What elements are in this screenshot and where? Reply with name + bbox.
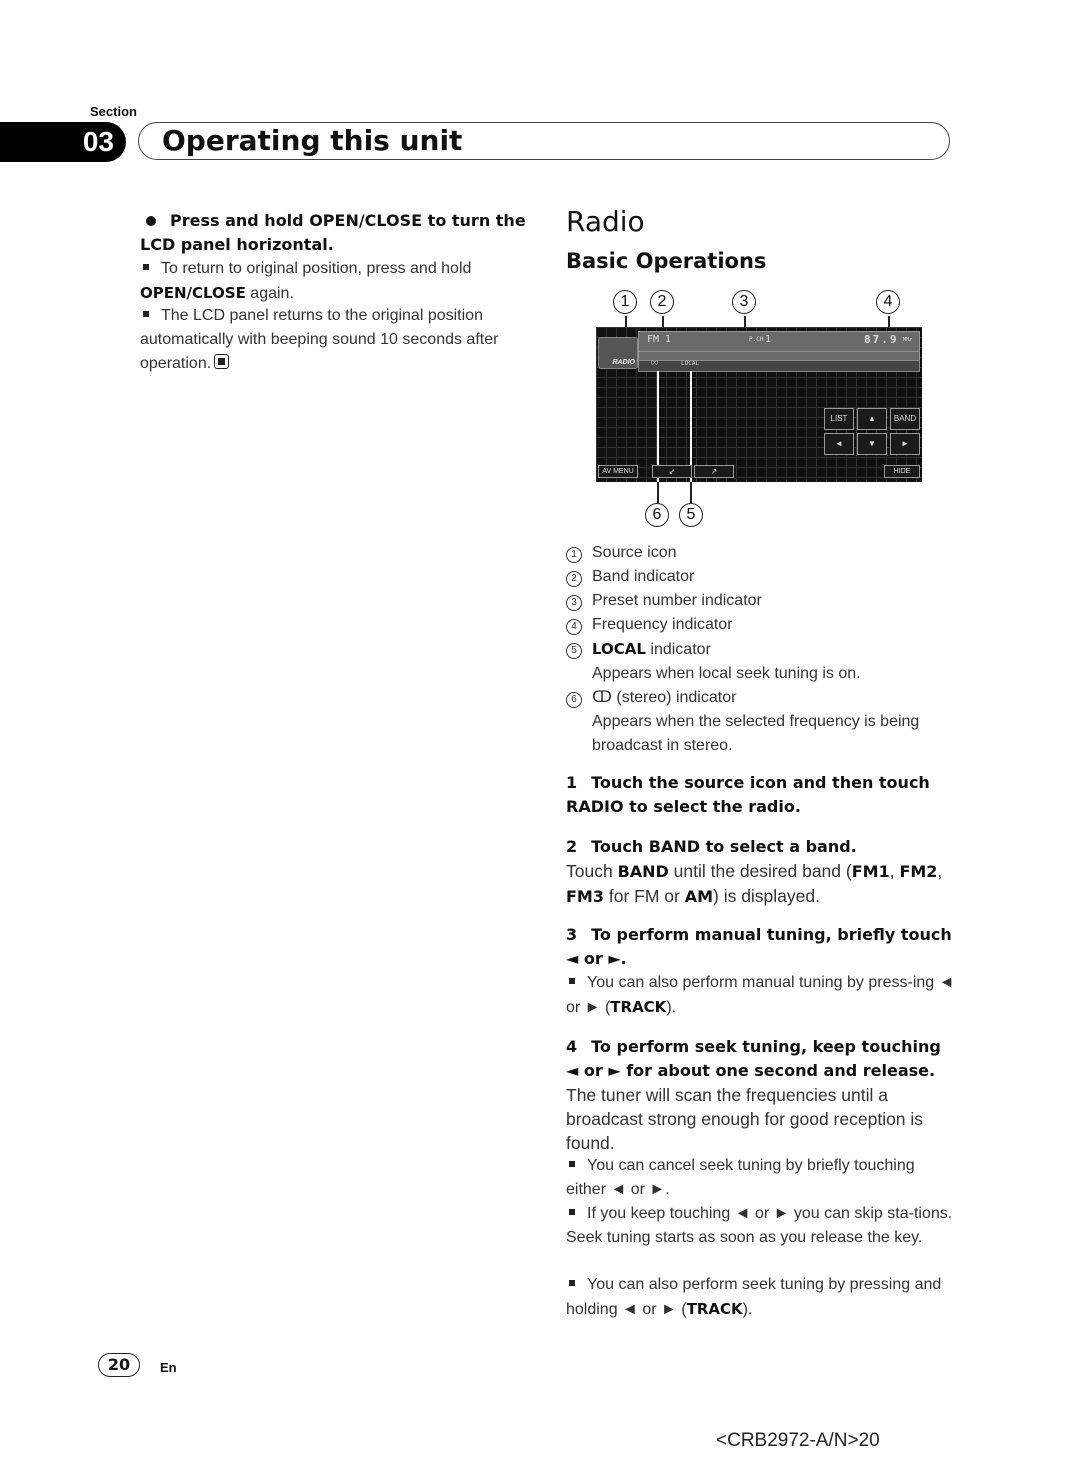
step-3-heading: 3 To perform manual tuning, briefly touch… (566, 925, 952, 968)
leader-line-5-lower (690, 482, 692, 503)
square-bullet-icon (569, 1161, 575, 1168)
seek-button-2[interactable]: ↗ (694, 465, 734, 478)
stereo-indicator: ○○ (651, 359, 659, 366)
band-button[interactable]: BAND (890, 408, 920, 430)
up-button[interactable]: ▲ (857, 408, 887, 430)
right-button[interactable]: ► (890, 433, 920, 455)
step-4-heading: 4 To perform seek tuning, keep touching ◄… (566, 1037, 941, 1080)
square-bullet-icon (569, 1280, 575, 1287)
step-2-heading: 2 Touch BAND to select a band. (566, 837, 857, 856)
legend-item: 1 Source icon (566, 541, 956, 565)
callout-6: 6 (645, 503, 669, 527)
basic-operations-heading: Basic Operations (566, 249, 767, 273)
callout-1: 1 (613, 290, 637, 314)
callout-5: 5 (679, 503, 703, 527)
square-bullet-icon (569, 978, 575, 985)
local-indicator: LOCAL (681, 360, 700, 367)
section-number-badge: 03 (0, 122, 126, 162)
status-bar: ○○ LOCAL (638, 359, 920, 372)
callout-4: 4 (876, 290, 900, 314)
note-return-position: To return to original position, press an… (140, 260, 472, 302)
down-button[interactable]: ▼ (857, 433, 887, 455)
square-bullet-icon (143, 311, 149, 318)
frequency-indicator: 87.9 (864, 333, 899, 346)
square-bullet-icon (569, 1209, 575, 1216)
bullet-icon (146, 215, 156, 226)
legend-item: 2 Band indicator (566, 565, 956, 589)
radio-screen: FM 1 P.CH 1 87.9 MHz ○○ LOCAL RADIO LIST… (596, 327, 922, 482)
lcd-horizontal-heading: Press and hold OPEN/CLOSE to turn the LC… (140, 211, 526, 254)
preset-number-indicator: 1 (765, 334, 772, 345)
leader-line-6-lower (657, 482, 659, 503)
step-3-note: You can also perform manual tuning by pr… (566, 974, 955, 1016)
step-4-note-skip: If you keep touching ◄ or ► you can skip… (566, 1205, 953, 1246)
page-title: Operating this unit (162, 124, 463, 157)
page-number: 20 (98, 1353, 140, 1377)
source-icon[interactable]: RADIO (598, 337, 638, 369)
callout-3: 3 (732, 290, 756, 314)
left-button[interactable]: ◄ (824, 433, 854, 455)
figure-legend: 1 Source icon 2 Band indicator 3 Preset num… (566, 541, 956, 758)
step-4-note-track: You can also perform seek tuning by pres… (566, 1276, 942, 1318)
av-menu-button[interactable]: AV MENU (598, 465, 638, 478)
legend-item: 3 Preset number indicator (566, 589, 956, 613)
step-4-note-cancel: You can cancel seek tuning by briefly to… (566, 1157, 915, 1198)
radio-heading: Radio (566, 205, 645, 238)
seek-button-1[interactable]: ↙ (652, 465, 692, 478)
hide-button[interactable]: HIDE (884, 465, 920, 478)
legend-item: 5 LOCAL indicator Appears when local seek … (566, 637, 956, 686)
note-auto-return: The LCD panel returns to the original po… (140, 307, 499, 372)
end-mark-icon (214, 354, 230, 369)
list-button[interactable]: LIST (824, 408, 854, 430)
frequency-unit: MHz (903, 337, 913, 343)
document-reference: <CRB2972-A/N>20 (716, 1430, 880, 1451)
band-indicator: FM 1 (647, 334, 672, 345)
legend-item: 6ↀ (stereo) indicator Appears when the se… (566, 686, 956, 758)
step-4-body: The tuner will scan the frequencies unti… (566, 1085, 924, 1153)
step-1-heading: 1 Touch the source icon and then touch RA… (566, 773, 930, 816)
step-2-body: Touch BAND until the desired band (FM1, … (566, 861, 943, 906)
square-bullet-icon (143, 264, 149, 271)
language-label: En (160, 1360, 177, 1375)
preset-label: P.CH (749, 336, 764, 343)
callout-2: 2 (650, 290, 674, 314)
legend-item: 4 Frequency indicator (566, 613, 956, 637)
section-label: Section (90, 104, 137, 119)
